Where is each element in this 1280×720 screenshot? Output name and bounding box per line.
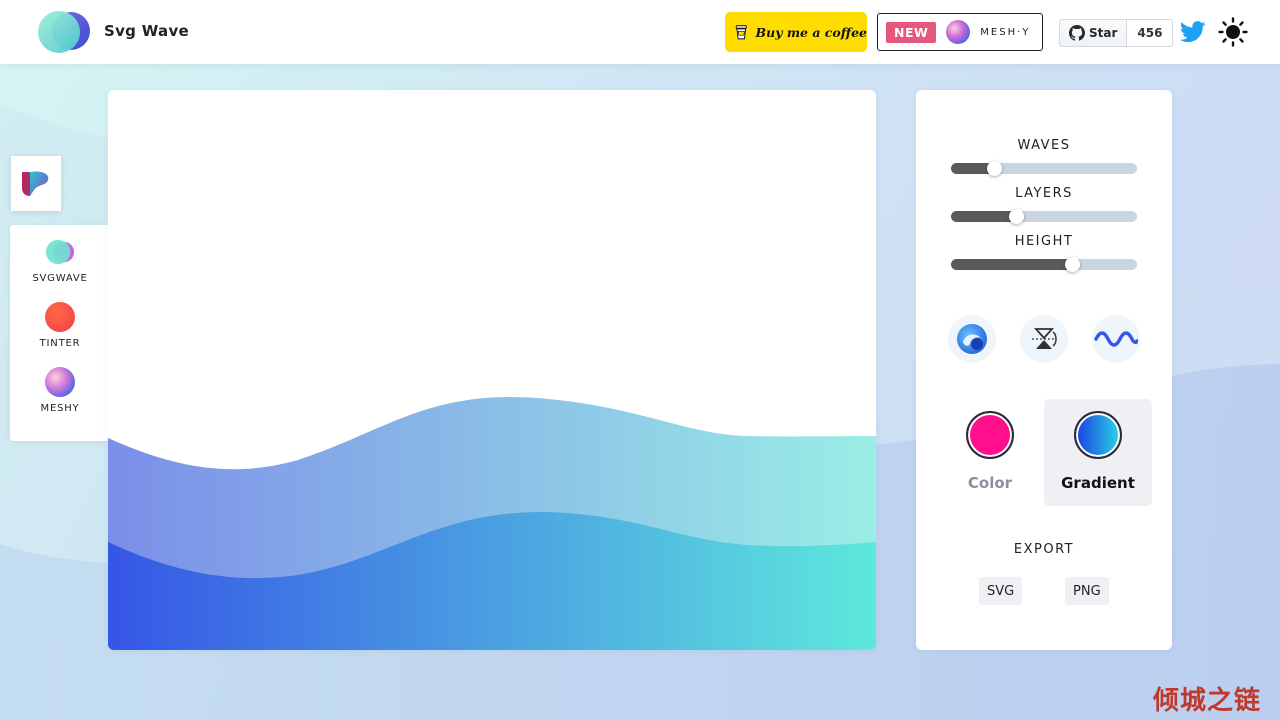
buy-coffee-label: Buy me a coffee — [755, 24, 867, 40]
nav-item-label: MESHY — [40, 403, 80, 414]
github-icon — [1069, 25, 1085, 41]
controls-panel: WAVES LAYERS HEIGHT Color Gradient EXPOR… — [916, 90, 1172, 650]
nav-item-svgwave[interactable]: SVGWAVE — [10, 237, 110, 284]
coffee-cup-icon — [735, 25, 747, 40]
randomize-icon — [957, 324, 987, 354]
github-star-button[interactable]: Star — [1060, 20, 1128, 46]
meshy-promo-button[interactable]: NEW MESH·Y — [877, 13, 1043, 51]
app-logo-icon[interactable] — [38, 10, 92, 54]
flip-icon — [1032, 328, 1057, 349]
wave-style-icon — [1094, 331, 1138, 347]
color-mode-label: Color — [967, 474, 1013, 492]
color-swatch — [966, 411, 1014, 459]
layers-slider-thumb[interactable] — [1009, 209, 1025, 224]
color-mode-button[interactable]: Color — [936, 399, 1044, 506]
twitter-icon[interactable] — [1180, 20, 1206, 44]
github-star-label: Star — [1089, 26, 1118, 40]
gradient-mode-label: Gradient — [1061, 474, 1135, 492]
product-side-nav: SVGWAVE TINTER MESHY — [10, 225, 110, 441]
wave-canvas — [108, 90, 876, 650]
new-badge: NEW — [886, 21, 937, 43]
gradient-mode-button[interactable]: Gradient — [1044, 399, 1152, 506]
github-star-count[interactable]: 456 — [1127, 20, 1173, 46]
layers-slider-fill — [951, 211, 1017, 222]
height-slider-thumb[interactable] — [1064, 257, 1080, 272]
product-logo-button[interactable] — [11, 156, 61, 211]
gradient-swatch — [1074, 411, 1122, 459]
export-svg-button[interactable]: SVG — [979, 577, 1023, 605]
nav-item-label: SVGWAVE — [32, 273, 88, 284]
nav-item-label: TINTER — [39, 338, 81, 349]
layers-slider-label: LAYERS — [1015, 186, 1073, 201]
export-section-label: EXPORT — [1013, 542, 1075, 557]
randomize-button[interactable] — [948, 315, 996, 363]
product-logo-icon — [22, 170, 49, 196]
meshy-wordmark: MESH·Y — [980, 26, 1031, 38]
wave-preview-svg — [108, 396, 876, 650]
export-png-button[interactable]: PNG — [1065, 577, 1109, 605]
waves-slider-label: WAVES — [1017, 138, 1071, 153]
meshy-logo-icon — [946, 20, 971, 44]
waves-slider[interactable] — [951, 161, 1137, 176]
top-header: Svg Wave Buy me a coffee NEW MESH·Y Star… — [0, 0, 1280, 64]
nav-item-meshy[interactable]: MESHY — [10, 367, 110, 414]
theme-toggle-sun-icon[interactable] — [1218, 17, 1248, 47]
svgwave-icon — [45, 239, 75, 265]
height-slider-fill — [951, 259, 1072, 270]
layers-slider[interactable] — [951, 209, 1137, 224]
nav-item-tinter[interactable]: TINTER — [10, 302, 110, 349]
waves-slider-thumb[interactable] — [986, 161, 1002, 176]
buy-coffee-button[interactable]: Buy me a coffee — [725, 12, 867, 52]
flip-button[interactable] — [1020, 315, 1068, 363]
meshy-icon — [45, 367, 75, 397]
height-slider-label: HEIGHT — [1014, 234, 1074, 249]
app-brand-title[interactable]: Svg Wave — [104, 22, 189, 40]
github-star-widget: Star 456 — [1059, 19, 1174, 47]
wave-style-button[interactable] — [1092, 315, 1140, 363]
tinter-icon — [45, 302, 75, 332]
height-slider[interactable] — [951, 257, 1137, 272]
watermark-text: 倾城之链 — [1153, 686, 1262, 716]
